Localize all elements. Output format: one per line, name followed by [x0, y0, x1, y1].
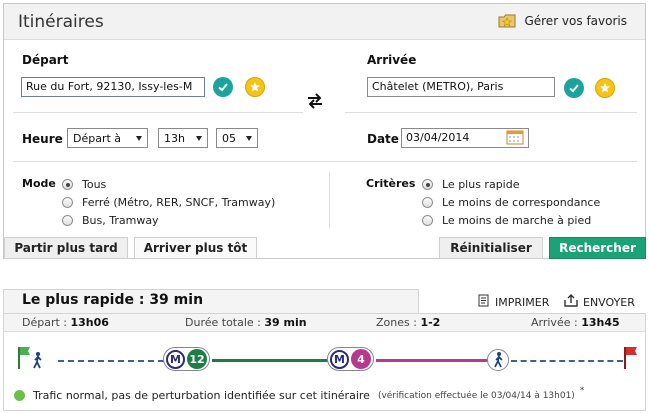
- mode-option-label: Bus, Tramway: [82, 214, 159, 227]
- traffic-status: Trafic normal, pas de perturbation ident…: [14, 385, 585, 402]
- arrival-favorite-star-icon[interactable]: [595, 78, 615, 98]
- radio-button[interactable]: [422, 197, 433, 208]
- radio-button[interactable]: [62, 197, 73, 208]
- send-label: ENVOYER: [583, 295, 635, 309]
- print-label: IMPRIMER: [495, 295, 550, 309]
- metro-line-4-badge[interactable]: M 4: [327, 347, 374, 371]
- share-icon: [564, 294, 578, 310]
- print-button[interactable]: IMPRIMER: [477, 294, 549, 310]
- mode-option-bus[interactable]: Bus, Tramway: [62, 214, 159, 227]
- chevron-down-icon: [246, 135, 252, 141]
- calendar-icon[interactable]: [506, 129, 524, 145]
- minute-select[interactable]: 05: [216, 128, 258, 148]
- end-flag-icon: [623, 346, 639, 370]
- line-number: 12: [187, 349, 207, 369]
- criteria-option-label: Le moins de correspondance: [442, 196, 601, 209]
- divider: [13, 161, 637, 162]
- traffic-asterisk: *: [579, 385, 585, 396]
- arrival-label: Arrivée: [367, 53, 417, 67]
- send-button[interactable]: ENVOYER: [564, 294, 635, 310]
- print-icon: [477, 294, 490, 310]
- folder-star-icon: [498, 14, 516, 28]
- swap-arrows-icon[interactable]: [306, 92, 324, 110]
- summary-zones: Zones : 1-2: [376, 316, 441, 329]
- radio-button[interactable]: [422, 215, 433, 226]
- walking-icon: [487, 349, 509, 371]
- line-number: 4: [351, 349, 371, 369]
- divider: [345, 112, 637, 113]
- departure-input[interactable]: Rue du Fort, 92130, Issy-les-M: [21, 77, 205, 97]
- departure-label: Départ: [22, 53, 69, 67]
- search-button[interactable]: Rechercher: [549, 237, 646, 259]
- arrive-earlier-button[interactable]: Arriver plus tôt: [134, 237, 257, 259]
- criteria-option-label: Le plus rapide: [442, 178, 520, 191]
- divider: [329, 172, 330, 228]
- metro-4-segment: [376, 359, 488, 362]
- divider: [13, 112, 303, 113]
- criteria-label: Critères: [366, 177, 416, 190]
- radio-button[interactable]: [62, 179, 73, 190]
- summary-duration: Durée totale : 39 min: [185, 316, 307, 329]
- radio-button[interactable]: [62, 215, 73, 226]
- metro-icon: M: [166, 349, 185, 369]
- metro-12-segment: [212, 359, 328, 362]
- time-label: Heure: [22, 132, 63, 146]
- criteria-option-fastest[interactable]: Le plus rapide: [422, 178, 520, 191]
- time-mode-value: Départ à: [73, 131, 122, 145]
- mode-option-all[interactable]: Tous: [62, 178, 106, 191]
- departure-validate-icon[interactable]: [213, 77, 233, 97]
- metro-icon: M: [330, 349, 349, 369]
- mode-option-label: Ferré (Métro, RER, SNCF, Tramway): [82, 196, 276, 209]
- minute-value: 05: [222, 131, 236, 145]
- radio-button[interactable]: [422, 179, 433, 190]
- start-flag-icon: [17, 346, 42, 370]
- traffic-check-note: (vérification effectuée le 03/04/14 à 13…: [377, 390, 575, 401]
- date-label: Date: [367, 132, 399, 146]
- status-dot-icon: [14, 390, 25, 401]
- departure-favorite-star-icon[interactable]: [245, 77, 265, 97]
- arrival-input[interactable]: Châtelet (METRO), Paris: [367, 77, 555, 97]
- criteria-option-label: Le moins de marche à pied: [442, 214, 592, 227]
- manage-favorites-label: Gérer vos favoris: [524, 14, 627, 28]
- mode-option-rail[interactable]: Ferré (Métro, RER, SNCF, Tramway): [62, 196, 275, 209]
- summary-arrival: Arrivée : 13h45: [531, 316, 620, 329]
- manage-favorites-link[interactable]: Gérer vos favoris: [498, 14, 627, 28]
- result-title: Le plus rapide : 39 min: [3, 289, 419, 313]
- traffic-message: Trafic normal, pas de perturbation ident…: [33, 389, 370, 402]
- time-mode-select[interactable]: Départ à: [67, 128, 148, 148]
- chevron-down-icon: [196, 135, 202, 141]
- page-title: Itinéraires: [18, 12, 104, 32]
- summary-departure: Départ : 13h06: [22, 316, 109, 329]
- panel-header: Itinéraires Gérer vos favoris: [4, 4, 645, 40]
- walk-segment: [511, 360, 623, 362]
- mode-option-label: Tous: [82, 178, 107, 191]
- chevron-down-icon: [136, 135, 142, 141]
- metro-line-12-badge[interactable]: M 12: [163, 347, 210, 371]
- criteria-option-least-walking[interactable]: Le moins de marche à pied: [422, 214, 591, 227]
- reset-button[interactable]: Réinitialiser: [439, 237, 543, 259]
- hour-select[interactable]: 13h: [158, 128, 208, 148]
- mode-label: Mode: [22, 177, 56, 190]
- walk-segment: [58, 360, 164, 362]
- hour-value: 13h: [164, 131, 185, 145]
- arrival-validate-icon[interactable]: [564, 78, 584, 98]
- depart-later-button[interactable]: Partir plus tard: [4, 237, 128, 259]
- criteria-option-fewest-changes[interactable]: Le moins de correspondance: [422, 196, 600, 209]
